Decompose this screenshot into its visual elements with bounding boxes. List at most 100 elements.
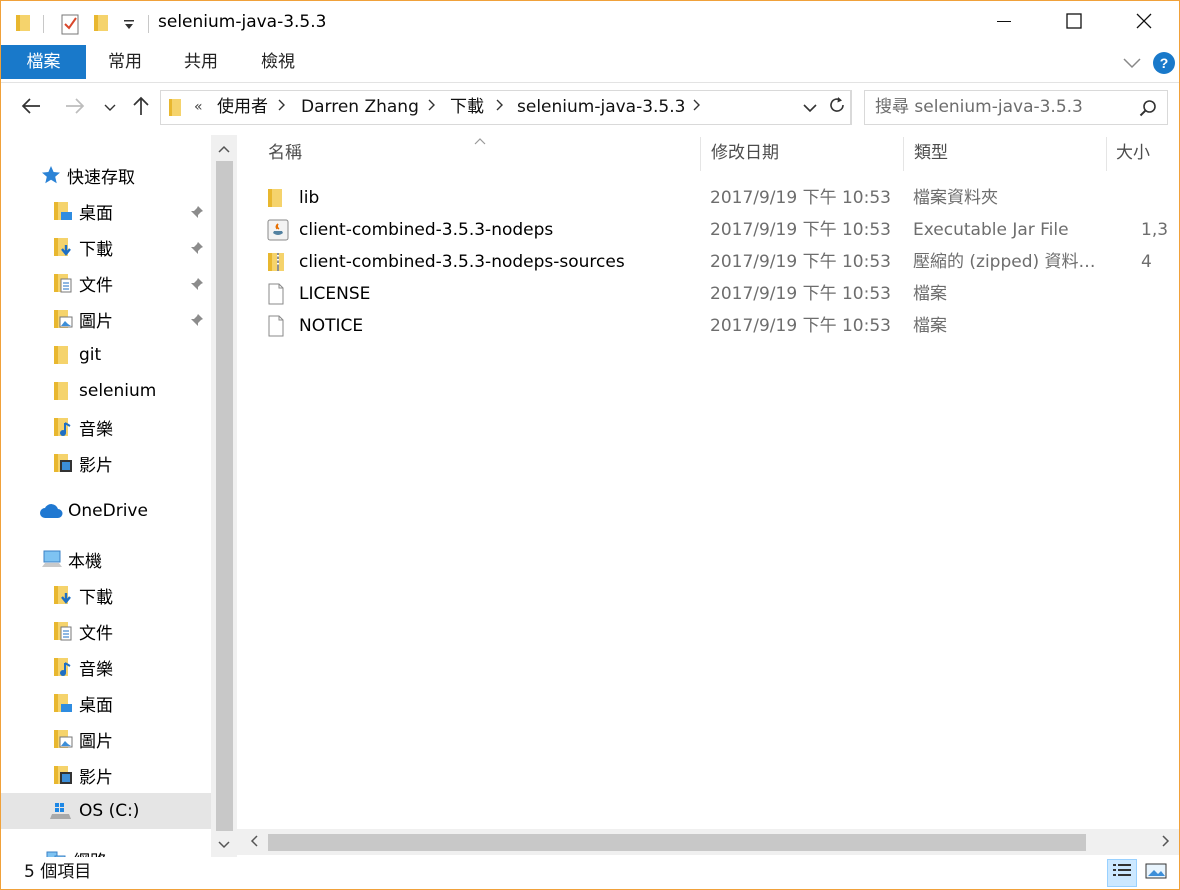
nav-quick-item-2[interactable]: 文件: [1, 265, 211, 301]
documents-folder-icon: [53, 272, 73, 294]
close-button[interactable]: [1109, 1, 1179, 45]
nav-pc-item-1[interactable]: 文件: [1, 613, 211, 649]
up-button[interactable]: [127, 95, 155, 121]
address-history-button[interactable]: [797, 90, 823, 125]
table-row[interactable]: lib 2017/9/19 下午 10:53 檔案資料夾: [261, 182, 1179, 214]
chevron-down-icon: [218, 834, 230, 854]
column-header-type[interactable]: 類型: [914, 131, 948, 175]
help-icon[interactable]: ?: [1152, 51, 1176, 80]
nav-drive-c[interactable]: OS (C:): [1, 793, 211, 829]
table-row[interactable]: NOTICE 2017/9/19 下午 10:53 檔案: [261, 310, 1179, 342]
large-icons-view-button[interactable]: [1141, 859, 1171, 887]
tab-file[interactable]: 檔案: [1, 45, 86, 79]
item-count: 5 個項目: [24, 862, 92, 882]
chevron-right-icon[interactable]: [278, 91, 286, 124]
pin-icon[interactable]: [190, 240, 204, 260]
nav-quick-item-7[interactable]: 影片: [1, 445, 211, 481]
search-box[interactable]: 搜尋 selenium-java-3.5.3: [864, 90, 1168, 125]
customize-toolbar-icon[interactable]: [123, 17, 135, 37]
nav-label: 圖片: [79, 731, 113, 752]
nav-label: 快速存取: [67, 167, 135, 188]
scroll-thumb[interactable]: [216, 161, 233, 831]
nav-onedrive[interactable]: OneDrive: [1, 493, 211, 529]
nav-label: 圖片: [79, 311, 113, 332]
nav-quick-item-4[interactable]: git: [1, 337, 211, 373]
column-divider[interactable]: [1106, 137, 1107, 171]
nav-quick-item-5[interactable]: selenium: [1, 373, 211, 409]
expand-ribbon-icon[interactable]: [1122, 55, 1142, 75]
chevron-right-icon[interactable]: [496, 91, 504, 124]
scroll-left-button[interactable]: [241, 829, 267, 855]
pin-icon[interactable]: [190, 204, 204, 224]
search-input[interactable]: 搜尋 selenium-java-3.5.3: [875, 91, 1083, 124]
column-divider[interactable]: [903, 137, 904, 171]
column-divider[interactable]: [700, 137, 701, 171]
file-name: NOTICE: [299, 316, 364, 336]
back-button[interactable]: [17, 95, 45, 121]
nav-network[interactable]: 網路: [1, 841, 211, 857]
nav-quick-item-3[interactable]: 圖片: [1, 301, 211, 337]
file-type: 壓縮的 (zipped) 資料…: [913, 252, 1096, 272]
details-view-button[interactable]: [1107, 859, 1137, 887]
nav-quick-access[interactable]: 快速存取: [1, 157, 211, 193]
desktop-folder-icon: [53, 200, 73, 222]
nav-quick-item-0[interactable]: 桌面: [1, 193, 211, 229]
nav-label: 本機: [68, 551, 102, 572]
nav-pc-item-2[interactable]: 音樂: [1, 649, 211, 685]
music-folder-icon: [53, 416, 73, 438]
navigation-scrollbar[interactable]: [211, 135, 237, 857]
maximize-button[interactable]: [1039, 1, 1109, 45]
breadcrumb-downloads[interactable]: 下載: [450, 91, 484, 124]
nav-pc-item-3[interactable]: 桌面: [1, 685, 211, 721]
breadcrumb-users[interactable]: 使用者: [217, 91, 268, 124]
breadcrumb-overflow[interactable]: «: [194, 91, 203, 124]
table-row[interactable]: client-combined-3.5.3-nodeps-sources 2017…: [261, 246, 1179, 278]
pin-icon[interactable]: [190, 276, 204, 296]
column-header-date[interactable]: 修改日期: [711, 131, 779, 175]
minimize-button[interactable]: [969, 1, 1039, 45]
new-folder-icon[interactable]: [93, 13, 109, 38]
scroll-up-button[interactable]: [211, 135, 237, 161]
nav-this-pc[interactable]: 本機: [1, 541, 211, 577]
file-name: lib: [299, 188, 320, 208]
forward-button[interactable]: [61, 95, 89, 121]
nav-label: 音樂: [79, 659, 113, 680]
breadcrumb-current[interactable]: selenium-java-3.5.3: [517, 91, 685, 124]
column-header-size[interactable]: 大小: [1116, 131, 1150, 175]
tab-view[interactable]: 檢視: [249, 45, 307, 79]
tab-share[interactable]: 共用: [172, 45, 230, 79]
network-icon: [45, 850, 67, 857]
title-bar: selenium-java-3.5.3: [1, 1, 1179, 45]
breadcrumb-user[interactable]: Darren Zhang: [301, 91, 419, 124]
nav-quick-item-1[interactable]: 下載: [1, 229, 211, 265]
table-row[interactable]: client-combined-3.5.3-nodeps 2017/9/19 下午…: [261, 214, 1179, 246]
nav-label: 網路: [73, 847, 107, 858]
tab-home[interactable]: 常用: [96, 45, 154, 79]
refresh-button[interactable]: [823, 90, 851, 125]
column-header-name[interactable]: 名稱: [268, 131, 302, 175]
pin-icon[interactable]: [190, 312, 204, 332]
horizontal-scrollbar[interactable]: [237, 829, 1179, 855]
properties-icon[interactable]: [61, 13, 79, 40]
chevron-right-icon[interactable]: [428, 91, 436, 124]
nav-pc-item-5[interactable]: 影片: [1, 757, 211, 793]
nav-quick-item-6[interactable]: 音樂: [1, 409, 211, 445]
recent-locations-button[interactable]: [97, 95, 123, 121]
nav-label: git: [79, 345, 102, 365]
file-date: 2017/9/19 下午 10:53: [710, 316, 891, 336]
chevron-down-icon: [104, 98, 116, 118]
nav-label: selenium: [79, 381, 157, 401]
scroll-down-button[interactable]: [211, 831, 237, 857]
search-icon[interactable]: [1139, 99, 1157, 122]
address-bar[interactable]: « 使用者 Darren Zhang 下載 selenium-java-3.5.…: [160, 90, 852, 125]
nav-pc-item-0[interactable]: 下載: [1, 577, 211, 613]
star-icon: [41, 165, 61, 185]
scroll-thumb[interactable]: [268, 834, 1086, 851]
scroll-right-button[interactable]: [1153, 829, 1179, 855]
file-date: 2017/9/19 下午 10:53: [710, 252, 891, 272]
nav-pc-item-4[interactable]: 圖片: [1, 721, 211, 757]
chevron-right-icon[interactable]: [693, 91, 701, 124]
minimize-icon: [997, 13, 1011, 33]
folder-icon[interactable]: [15, 13, 31, 38]
table-row[interactable]: LICENSE 2017/9/19 下午 10:53 檔案: [261, 278, 1179, 310]
